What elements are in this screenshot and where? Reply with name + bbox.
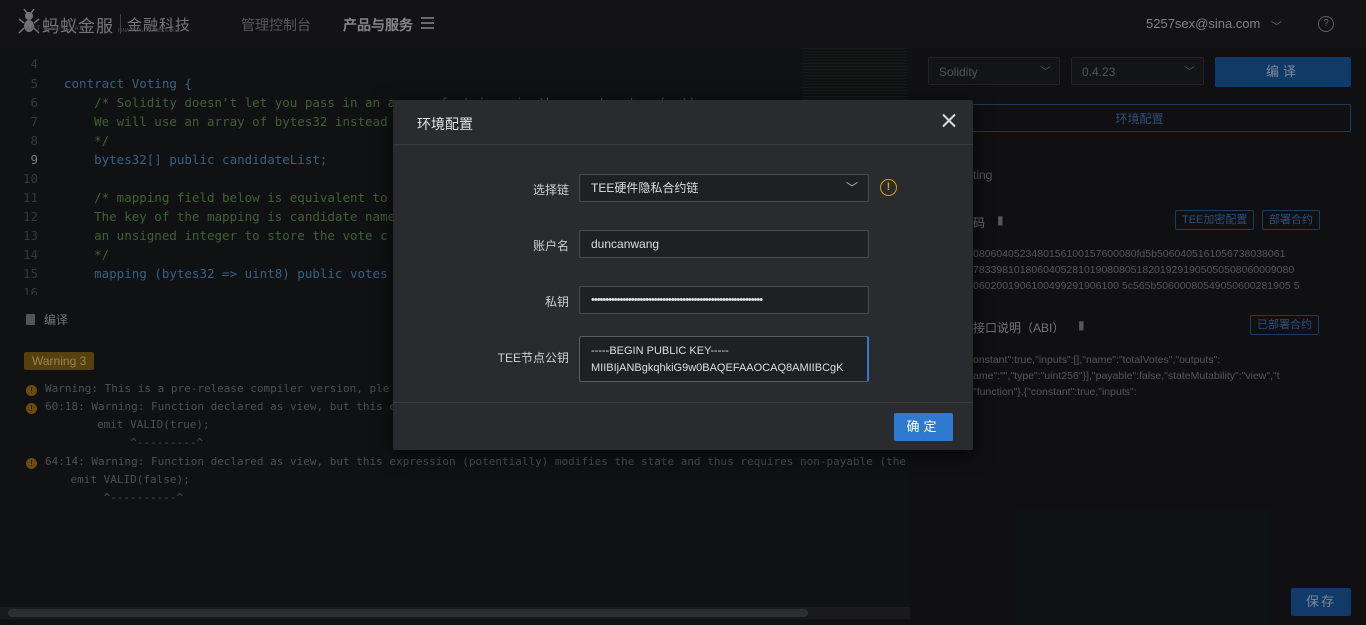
dialog-header: 环境配置 (393, 100, 973, 145)
confirm-button[interactable]: 确定 (894, 413, 953, 441)
dialog-title: 环境配置 (417, 116, 473, 132)
chevron-down-icon: ﹀ (845, 181, 858, 195)
private-key-label: 私钥 (544, 295, 569, 309)
close-icon[interactable] (941, 112, 957, 128)
private-key-input[interactable]: ••••••••••••••••••••••••••••••••••••••••… (579, 286, 869, 314)
chain-label: 选择链 (532, 183, 569, 197)
tee-public-key-label: TEE节点公钥 (497, 351, 569, 365)
tee-public-key-textarea[interactable]: -----BEGIN PUBLIC KEY----- MIIBIjANBgkqh… (579, 336, 869, 382)
dialog-footer-divider (393, 402, 973, 403)
account-label: 账户名 (532, 239, 569, 253)
env-config-dialog: 环境配置 选择链 TEE硬件隐私合约链 ﹀ ! 账户名 duncanwang 私钥… (393, 100, 973, 450)
account-input[interactable]: duncanwang (579, 230, 869, 258)
chain-select[interactable]: TEE硬件隐私合约链 ﹀ (579, 174, 869, 202)
warning-icon[interactable]: ! (880, 179, 897, 196)
